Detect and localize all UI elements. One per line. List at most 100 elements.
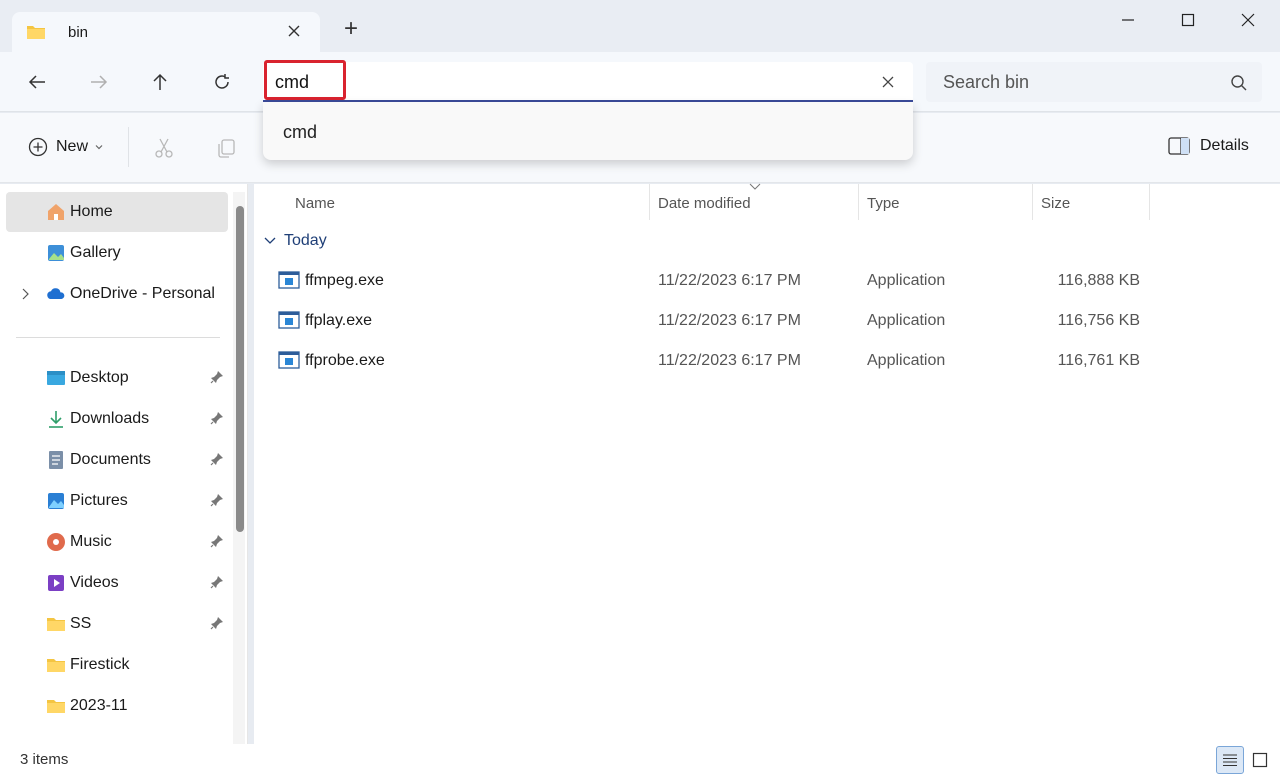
close-tab-icon[interactable] — [284, 21, 304, 41]
group-header-today[interactable]: Today — [264, 232, 327, 250]
details-button[interactable]: Details — [1168, 137, 1249, 155]
pin-icon[interactable] — [210, 534, 224, 548]
file-type: Application — [867, 272, 946, 289]
file-size: 116,761 KB — [1057, 352, 1140, 369]
downloads-icon — [49, 411, 63, 428]
sidebar-item-ss[interactable]: SS — [6, 604, 228, 644]
new-button[interactable]: New — [28, 137, 104, 157]
close-window-button[interactable] — [1218, 4, 1278, 36]
sidebar-item-label: Downloads — [70, 410, 150, 427]
music-icon — [47, 533, 65, 551]
table-row[interactable]: ffprobe.exe 11/22/2023 6:17 PM Applicati… — [270, 341, 1150, 379]
file-type: Application — [867, 352, 946, 369]
sidebar-item-gallery[interactable]: Gallery — [6, 233, 228, 273]
sidebar-item-onedrive[interactable]: OneDrive - Personal — [6, 274, 228, 314]
tab-bin[interactable]: bin — [12, 12, 320, 52]
chevron-down-icon — [95, 145, 103, 150]
title-bar: bin + — [0, 0, 1280, 52]
group-label: Today — [284, 232, 327, 249]
sidebar-item-desktop[interactable]: Desktop — [6, 358, 228, 398]
sort-indicator-icon — [749, 183, 761, 190]
column-divider[interactable] — [1032, 184, 1033, 220]
arrow-left-icon — [28, 75, 45, 89]
search-placeholder: Search bin — [943, 72, 1030, 92]
sidebar-item-documents[interactable]: Documents — [6, 440, 228, 480]
column-header-name[interactable]: Name — [295, 195, 335, 212]
back-button[interactable] — [21, 66, 53, 98]
pin-icon[interactable] — [210, 370, 224, 384]
up-button[interactable] — [144, 66, 176, 98]
minimize-icon — [1122, 19, 1134, 21]
folder-icon — [47, 659, 65, 672]
pin-icon[interactable] — [210, 493, 224, 507]
table-row[interactable]: ffmpeg.exe 11/22/2023 6:17 PM Applicatio… — [270, 261, 1150, 299]
file-date: 11/22/2023 6:17 PM — [658, 352, 801, 369]
sidebar-item-music[interactable]: Music — [6, 522, 228, 562]
forward-button[interactable] — [83, 66, 115, 98]
clear-icon[interactable] — [879, 73, 897, 91]
pin-icon[interactable] — [210, 575, 224, 589]
sidebar-item-pictures[interactable]: Pictures — [6, 481, 228, 521]
copy-icon[interactable] — [215, 137, 237, 159]
sidebar-item-label: Firestick — [70, 656, 130, 673]
pin-icon[interactable] — [210, 452, 224, 466]
documents-icon — [49, 451, 63, 469]
minimize-button[interactable] — [1098, 4, 1158, 36]
pin-icon[interactable] — [210, 411, 224, 425]
column-header-date[interactable]: Date modified — [658, 195, 751, 212]
maximize-icon — [1181, 13, 1195, 27]
file-size: 116,756 KB — [1057, 312, 1140, 329]
tab-title: bin — [68, 23, 89, 41]
details-pane-icon — [1168, 137, 1190, 155]
file-name: ffprobe.exe — [305, 352, 385, 369]
sidebar-item-label: Music — [70, 533, 112, 550]
address-input[interactable] — [275, 70, 835, 94]
search-box[interactable]: Search bin — [926, 62, 1262, 102]
application-icon — [278, 351, 300, 369]
sidebar-divider — [16, 337, 220, 338]
desktop-icon — [47, 371, 65, 385]
table-row[interactable]: ffplay.exe 11/22/2023 6:17 PM Applicatio… — [270, 301, 1150, 339]
sidebar-item-downloads[interactable]: Downloads — [6, 399, 228, 439]
pictures-icon — [48, 493, 64, 509]
sidebar-item-label: Pictures — [70, 492, 128, 509]
new-label: New — [56, 138, 89, 155]
add-circle-icon — [28, 137, 48, 157]
column-divider[interactable] — [649, 184, 650, 220]
column-header-size[interactable]: Size — [1041, 195, 1070, 212]
folder-icon — [47, 618, 65, 631]
videos-icon — [48, 575, 64, 591]
sidebar-item-2023-11[interactable]: 2023-11 — [6, 686, 228, 726]
maximize-button[interactable] — [1158, 4, 1218, 36]
sidebar-item-videos[interactable]: Videos — [6, 563, 228, 603]
column-divider[interactable] — [858, 184, 859, 220]
status-bar: 3 items — [0, 744, 1280, 775]
new-tab-button[interactable]: + — [340, 17, 362, 41]
address-bar[interactable] — [263, 60, 913, 102]
refresh-icon — [215, 74, 229, 89]
home-icon — [48, 204, 64, 220]
sidebar-item-label: OneDrive - Personal — [70, 285, 215, 302]
column-header-type[interactable]: Type — [867, 195, 900, 212]
cut-icon[interactable] — [153, 137, 175, 159]
address-suggestions: cmd — [263, 102, 913, 160]
sidebar-item-firestick[interactable]: Firestick — [6, 645, 228, 685]
sidebar-scroll-thumb[interactable] — [236, 206, 244, 532]
folder-icon — [27, 26, 45, 39]
sidebar-item-label: Videos — [70, 574, 119, 591]
sidebar-item-label: SS — [70, 615, 92, 632]
suggestion-item[interactable]: cmd — [283, 122, 317, 143]
navigation-pane: Home Gallery OneDrive - Personal Desktop… — [0, 184, 248, 744]
tiles-view-button[interactable] — [1246, 746, 1274, 774]
sidebar-item-label: Documents — [70, 451, 151, 468]
details-view-button[interactable] — [1216, 746, 1244, 774]
pin-icon[interactable] — [210, 616, 224, 630]
column-divider[interactable] — [1149, 184, 1150, 220]
sidebar-item-home[interactable]: Home — [6, 192, 228, 232]
chevron-right-icon[interactable] — [20, 287, 30, 301]
file-size: 116,888 KB — [1057, 272, 1140, 289]
tiles-view-icon — [1252, 752, 1268, 768]
refresh-button[interactable] — [206, 66, 238, 98]
sidebar-item-label: Desktop — [70, 369, 129, 386]
application-icon — [278, 311, 300, 329]
